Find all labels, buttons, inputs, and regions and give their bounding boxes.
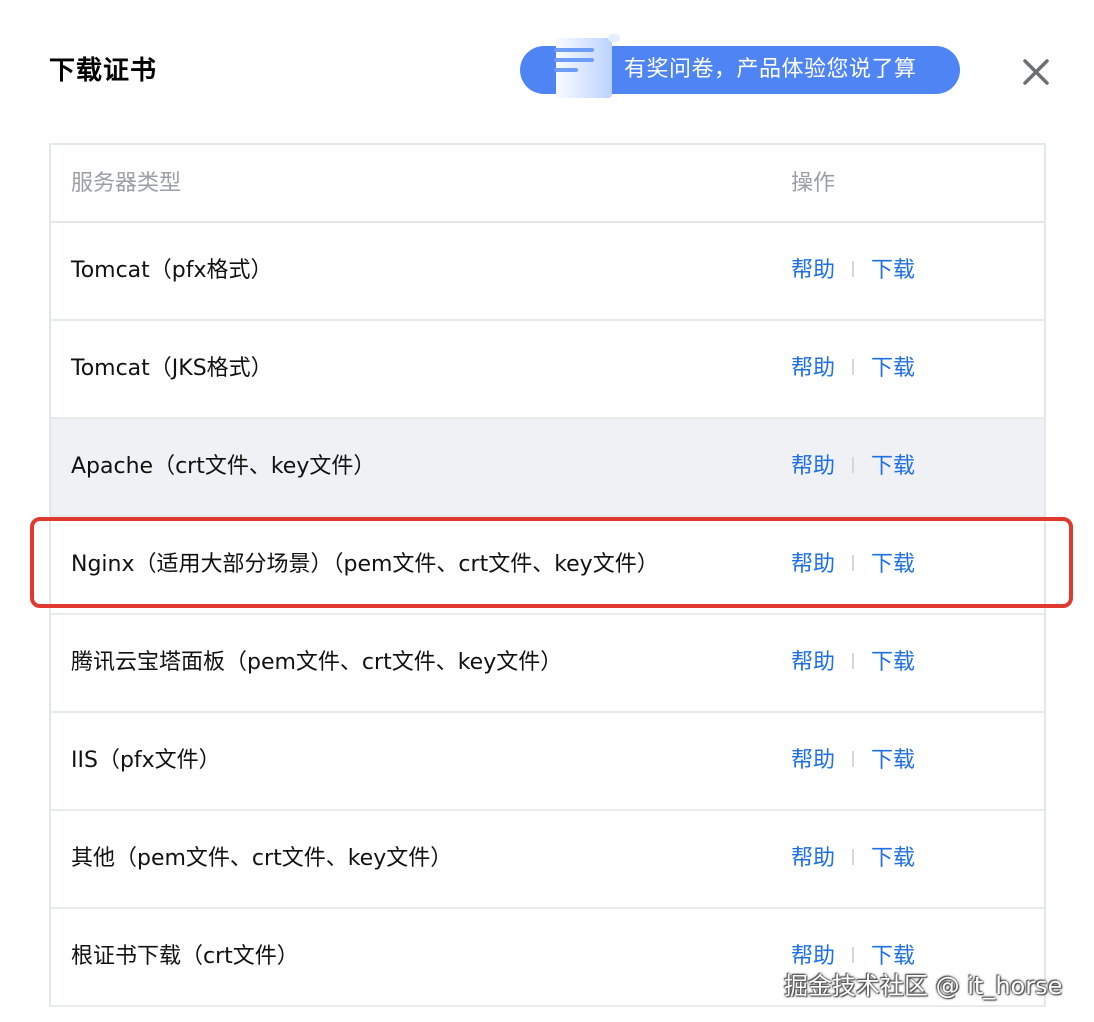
- row-actions: 帮助 下载: [791, 223, 915, 319]
- close-icon[interactable]: [1014, 50, 1058, 94]
- server-type-name: 腾讯云宝塔面板（pem文件、crt文件、key文件）: [71, 650, 563, 675]
- help-link[interactable]: 帮助: [791, 748, 835, 773]
- action-divider: [852, 751, 855, 767]
- table-row: 其他（pem文件、crt文件、key文件） 帮助 下载: [51, 811, 1044, 909]
- help-link[interactable]: 帮助: [791, 454, 835, 479]
- action-divider: [852, 359, 855, 375]
- table-row: Tomcat（JKS格式） 帮助 下载: [51, 321, 1044, 419]
- header-action: 操作: [791, 171, 836, 196]
- table-row: 腾讯云宝塔面板（pem文件、crt文件、key文件） 帮助 下载: [51, 615, 1044, 713]
- table-row: Apache（crt文件、key文件） 帮助 下载: [51, 419, 1044, 517]
- table-header: 服务器类型 操作: [51, 145, 1044, 223]
- row-actions: 帮助 下载: [791, 615, 915, 711]
- download-link[interactable]: 下载: [871, 846, 915, 871]
- row-actions: 帮助 下载: [791, 321, 915, 417]
- table-row: IIS（pfx文件） 帮助 下载: [51, 713, 1044, 811]
- action-divider: [852, 947, 855, 963]
- action-divider: [852, 555, 855, 571]
- watermark: 掘金技术社区 @ it_horse: [784, 972, 1063, 1000]
- server-type-name: Nginx（适用大部分场景）（pem文件、crt文件、key文件）: [71, 552, 659, 577]
- server-type-name: IIS（pfx文件）: [71, 748, 221, 773]
- help-link[interactable]: 帮助: [791, 650, 835, 675]
- help-link[interactable]: 帮助: [791, 356, 835, 381]
- certificate-download-table: 服务器类型 操作 Tomcat（pfx格式） 帮助 下载 Tomcat（JKS格式…: [49, 143, 1046, 1007]
- action-divider: [852, 849, 855, 865]
- server-type-name: Tomcat（JKS格式）: [71, 356, 273, 381]
- download-link[interactable]: 下载: [871, 258, 915, 283]
- help-link[interactable]: 帮助: [791, 846, 835, 871]
- download-link[interactable]: 下载: [871, 356, 915, 381]
- help-link[interactable]: 帮助: [791, 552, 835, 577]
- dialog-title: 下载证书: [49, 56, 158, 86]
- row-actions: 帮助 下载: [791, 419, 915, 515]
- help-link[interactable]: 帮助: [791, 258, 835, 283]
- action-divider: [852, 261, 855, 277]
- row-actions: 帮助 下载: [791, 713, 915, 809]
- download-link[interactable]: 下载: [871, 454, 915, 479]
- table-row: Nginx（适用大部分场景）（pem文件、crt文件、key文件） 帮助 下载: [51, 517, 1044, 615]
- header-server-type: 服务器类型: [71, 171, 182, 196]
- action-divider: [852, 653, 855, 669]
- download-link[interactable]: 下载: [871, 552, 915, 577]
- survey-banner[interactable]: 有奖问卷，产品体验您说了算: [520, 34, 960, 98]
- server-type-name: 其他（pem文件、crt文件、key文件）: [71, 846, 453, 871]
- server-type-name: Apache（crt文件、key文件）: [71, 454, 376, 479]
- download-link[interactable]: 下载: [871, 748, 915, 773]
- server-type-name: 根证书下载（crt文件）: [71, 944, 299, 969]
- survey-document-icon: [554, 34, 620, 98]
- row-actions: 帮助 下载: [791, 811, 915, 907]
- table-row: Tomcat（pfx格式） 帮助 下载: [51, 223, 1044, 321]
- row-actions: 帮助 下载: [791, 517, 915, 613]
- server-type-name: Tomcat（pfx格式）: [71, 258, 273, 283]
- survey-banner-label: 有奖问卷，产品体验您说了算: [624, 57, 917, 82]
- action-divider: [852, 457, 855, 473]
- download-link[interactable]: 下载: [871, 650, 915, 675]
